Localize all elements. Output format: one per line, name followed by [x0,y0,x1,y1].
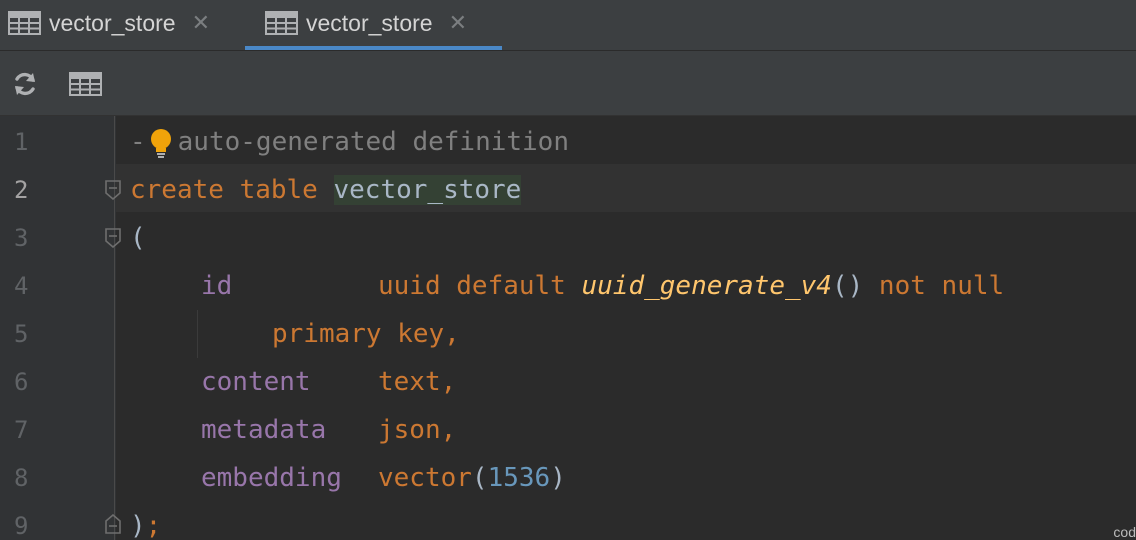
keyword-create-table: create table [130,175,318,205]
close-icon[interactable]: ✕ [449,12,467,34]
column-type: json, [378,415,457,445]
code-line-3: ( [130,214,146,262]
dimension-number: 1536 [487,463,551,493]
code-line-7: metadata [201,406,326,454]
tab-label: vector_store [306,9,433,36]
code-editor[interactable]: 1 2 3 4 5 6 7 8 9 - auto-generated defini… [0,116,1136,540]
line-number: 5 [14,320,29,348]
column-name: embedding [201,463,342,493]
comment-dash: - [130,127,146,157]
column-name: id [201,271,233,301]
paren-close: ) [550,463,566,493]
fold-icon[interactable] [104,228,122,248]
code-line-2: create table vector_store [130,166,522,214]
primary-key: primary key, [272,319,460,349]
fold-icon[interactable] [104,180,122,200]
tab-vector-store-1[interactable]: vector_store ✕ [0,0,244,46]
corner-text: cod [1113,524,1136,540]
paren: () [831,271,864,301]
editor-toolbar [0,51,1136,116]
refresh-button[interactable] [8,67,42,101]
code-line-8-def: vector(1536) [378,454,566,502]
tab-vector-store-2-active[interactable]: vector_store ✕ [245,0,502,50]
close-paren: ) [130,511,146,540]
column-type: uuid default [378,271,566,301]
line-number: 6 [14,368,29,396]
line-number: 4 [14,272,29,300]
table-name: vector_store [333,175,522,205]
semicolon: ; [145,511,162,540]
table-icon [265,11,298,35]
line-number: 2 [14,176,29,204]
refresh-icon [15,72,35,96]
code-line-4-def: uuid default uuid_generate_v4() not null [378,262,1004,310]
code-line-7-def: json, [378,406,456,454]
comment-text: auto-generated definition [177,127,569,157]
constraint: not null [878,271,1005,301]
code-line-6: content [201,358,311,406]
column-type: text, [378,367,457,397]
line-number: 3 [14,224,29,252]
line-number: 1 [14,128,29,156]
paren-open: ( [471,463,488,493]
code-line-5: primary key, [272,310,460,358]
column-name: metadata [201,415,327,445]
lightbulb-icon[interactable] [148,127,174,159]
code-line-4: id [201,262,232,310]
open-paren: ( [130,223,146,253]
table-view-icon [68,72,102,96]
code-line-8: embedding [201,454,342,502]
code-line-9: ); [130,502,161,540]
tab-label: vector_store [49,9,176,36]
code-line-1: - auto-generated definition [130,118,569,166]
indent-guide [197,310,198,358]
fold-icon[interactable] [104,514,122,534]
line-number: 8 [14,464,29,492]
table-view-button[interactable] [68,67,102,101]
line-number: 7 [14,416,29,444]
column-name: content [201,367,311,397]
close-icon[interactable]: ✕ [192,12,210,34]
editor-tab-bar: vector_store ✕ vector_store ✕ [0,0,1136,51]
code-line-6-def: text, [378,358,456,406]
function-name: uuid_generate_v4 [581,271,832,301]
column-type: vector [378,463,472,493]
line-number: 9 [14,512,29,540]
table-icon [8,11,41,35]
